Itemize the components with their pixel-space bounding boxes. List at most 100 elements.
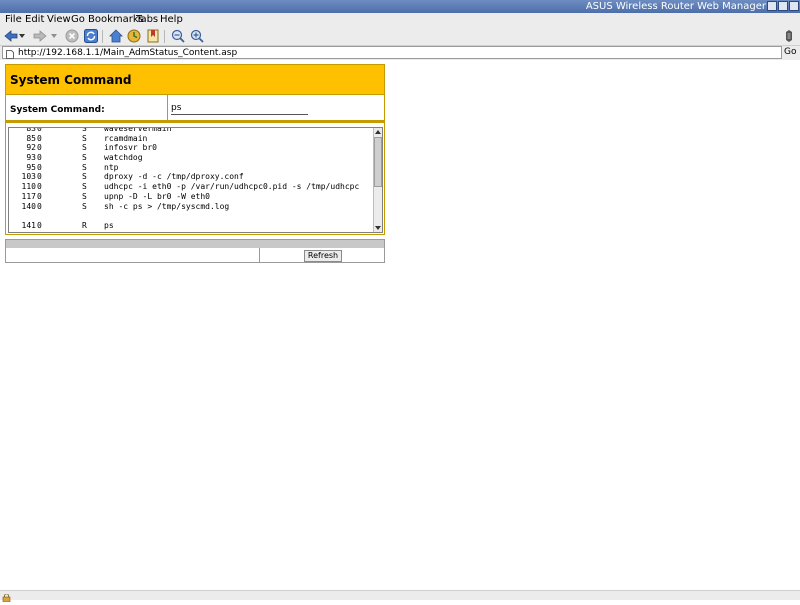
cell-divider: [167, 95, 168, 123]
scrollbar-thumb[interactable]: [374, 137, 382, 187]
output-line: 95 0 Sntp: [9, 163, 375, 173]
process-pid: 95: [26, 162, 36, 172]
process-stat: S: [82, 162, 87, 172]
cell-divider: [259, 248, 260, 263]
menu-go[interactable]: Go: [71, 13, 85, 26]
url-field[interactable]: http://192.168.1.1/Main_AdmStatus_Conten…: [2, 46, 782, 59]
process-command: ps: [104, 220, 114, 230]
footer-strip: [6, 240, 384, 248]
process-uid: 0: [37, 127, 42, 133]
menu-bar: File Edit View Go Bookmarks Tabs Help: [0, 13, 800, 26]
reload-icon[interactable]: [83, 28, 99, 44]
process-command: sh -c ps > /tmp/syscmd.log: [104, 201, 230, 211]
process-command: udhcpc -i eth0 -p /var/run/udhcpc0.pid -…: [104, 182, 360, 192]
process-stat: S: [82, 201, 87, 211]
output-line: 141 0 Rps: [9, 221, 375, 231]
process-uid: 0: [37, 172, 42, 182]
process-pid: 83: [26, 127, 36, 133]
process-stat: S: [82, 143, 87, 153]
process-stat: S: [82, 182, 87, 192]
process-pid: 85: [26, 133, 36, 143]
window-title: ASUS Wireless Router Web Manager: [585, 1, 766, 12]
output-scrollbar[interactable]: [373, 128, 382, 232]
page-content: System Command System Command: 830Swaves…: [0, 60, 800, 590]
menu-help[interactable]: Help: [160, 13, 183, 26]
zoom-out-icon[interactable]: [170, 28, 186, 44]
process-stat: S: [82, 172, 87, 182]
command-output[interactable]: 83 0 Swaveservermain 85 0 Srcamdmain 92 0 Sinfos…: [8, 127, 383, 233]
refresh-button[interactable]: Refresh: [304, 250, 342, 262]
process-command: watchdog: [104, 153, 143, 163]
process-pid: 92: [26, 143, 36, 153]
command-row: System Command:: [6, 95, 384, 123]
page-title: System Command: [10, 73, 132, 87]
process-command: infosvr br0: [104, 143, 157, 153]
process-stat: R: [82, 220, 87, 230]
process-uid: 0: [37, 182, 42, 192]
menu-tabs[interactable]: Tabs: [136, 13, 158, 26]
menu-view[interactable]: View: [47, 13, 71, 26]
close-button[interactable]: [789, 1, 799, 11]
status-bar: [0, 590, 800, 603]
output-line: 85 0 Srcamdmain: [9, 134, 375, 144]
process-pid: 110: [21, 182, 36, 192]
action-footer: Refresh: [5, 239, 385, 263]
process-stat: S: [82, 127, 87, 133]
output-lines: 83 0 Swaveservermain 85 0 Srcamdmain 92 0 Sinfos…: [9, 127, 375, 231]
output-line: 92 0 Sinfosvr br0: [9, 143, 375, 153]
scroll-up-arrow-icon[interactable]: [374, 128, 382, 136]
menu-edit[interactable]: Edit: [25, 13, 44, 26]
output-line: 110 0 Sudhcpc -i eth0 -p /var/run/udhcpc0.…: [9, 182, 375, 192]
toolbar-separator: [102, 30, 103, 43]
system-command-panel: System Command System Command: 830Swaves…: [5, 64, 385, 235]
throbber-icon: [783, 28, 795, 44]
process-uid: 0: [37, 191, 42, 201]
minimize-button[interactable]: [767, 1, 777, 11]
back-dropdown-icon[interactable]: [18, 28, 26, 44]
maximize-button[interactable]: [778, 1, 788, 11]
process-uid: 0: [37, 133, 42, 143]
process-pid: 141: [21, 220, 36, 230]
process-pid: 140: [21, 201, 36, 211]
forward-arrow-icon[interactable]: [32, 28, 48, 44]
scroll-down-arrow-icon[interactable]: [374, 224, 382, 232]
process-pid: 117: [21, 191, 36, 201]
window-titlebar: ASUS Wireless Router Web Manager: [0, 0, 800, 13]
process-uid: 0: [37, 201, 42, 211]
process-command: dproxy -d -c /tmp/dproxy.conf: [104, 172, 244, 182]
process-uid: 0: [37, 143, 42, 153]
output-line: 103 0 Sdproxy -d -c /tmp/dproxy.conf: [9, 172, 375, 182]
process-pid: 93: [26, 153, 36, 163]
panel-header: System Command: [6, 65, 384, 95]
stop-icon[interactable]: [64, 28, 80, 44]
process-pid: 103: [21, 172, 36, 182]
process-stat: S: [82, 191, 87, 201]
forward-dropdown-icon[interactable]: [50, 28, 58, 44]
process-uid: 0: [37, 162, 42, 172]
url-text: http://192.168.1.1/Main_AdmStatus_Conten…: [18, 48, 238, 58]
process-command: rcamdmain: [104, 133, 148, 143]
command-input[interactable]: [171, 101, 308, 115]
go-button[interactable]: Go: [784, 46, 796, 59]
output-line: 140 0 Ssh -c ps > /tmp/syscmd.log: [9, 202, 375, 212]
process-stat: S: [82, 133, 87, 143]
process-command: waveservermain: [104, 127, 172, 133]
bookmarks-icon[interactable]: [145, 28, 161, 44]
status-lock-icon: [2, 592, 11, 603]
process-command: ntp: [104, 162, 119, 172]
output-line: 93 0 Swatchdog: [9, 153, 375, 163]
output-line: 117 0 Supnp -D -L br0 -W eth0: [9, 192, 375, 202]
zoom-in-icon[interactable]: [189, 28, 205, 44]
process-uid: 0: [37, 153, 42, 163]
process-stat: S: [82, 153, 87, 163]
menu-file[interactable]: File: [5, 13, 22, 26]
history-icon[interactable]: [126, 28, 142, 44]
output-line: 83 0 Swaveservermain: [9, 127, 375, 134]
command-label: System Command:: [10, 105, 105, 115]
process-uid: 0: [37, 220, 42, 230]
back-arrow-icon[interactable]: [3, 28, 19, 44]
process-command: upnp -D -L br0 -W eth0: [104, 191, 210, 201]
home-icon[interactable]: [108, 28, 124, 44]
page-icon: [6, 49, 14, 59]
